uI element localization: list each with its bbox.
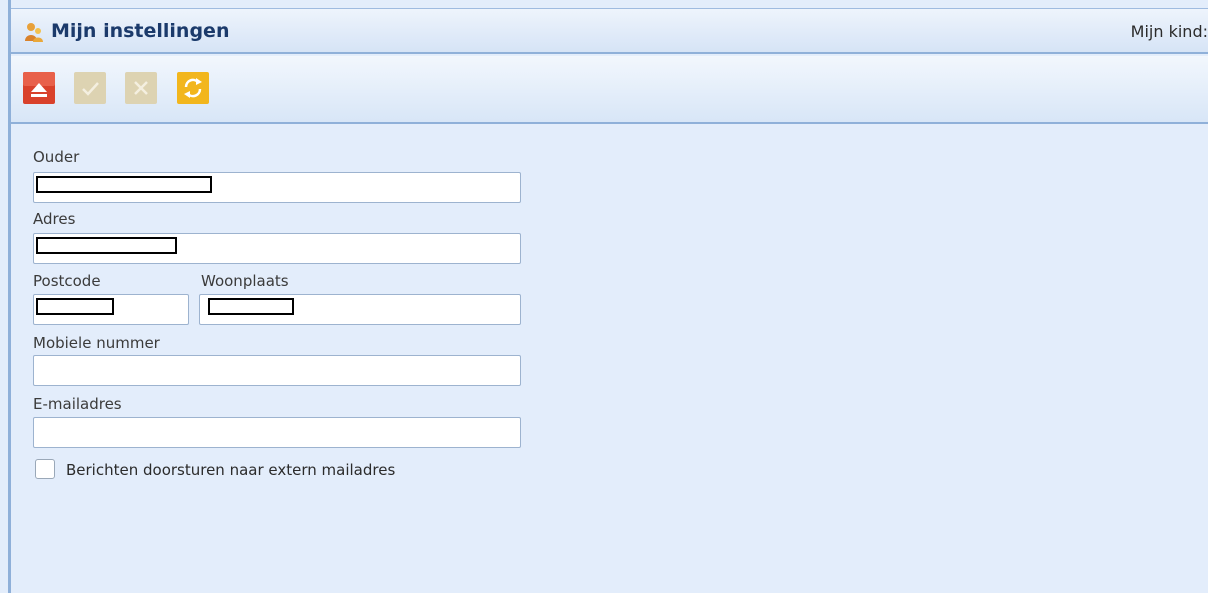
- mobiel-label: Mobiele nummer: [33, 334, 160, 352]
- title-bar: Mijn instellingen Mijn kind:: [11, 8, 1208, 54]
- settings-form: Ouder Adres Postcode Woonplaats Mobiele …: [11, 124, 1208, 593]
- email-label: E-mailadres: [33, 395, 122, 413]
- ouder-field[interactable]: [33, 172, 521, 203]
- redacted-value: [36, 176, 212, 193]
- page-title: Mijn instellingen: [51, 20, 230, 42]
- collapse-button[interactable]: [23, 72, 55, 104]
- email-field[interactable]: [33, 417, 521, 448]
- forward-mail-label: Berichten doorsturen naar extern mailadr…: [66, 461, 396, 479]
- settings-window: Mijn instellingen Mijn kind: Ouder Adres…: [0, 0, 1208, 593]
- refresh-icon: [177, 72, 209, 104]
- forward-mail-checkbox[interactable]: [35, 459, 55, 479]
- refresh-button[interactable]: [177, 72, 209, 104]
- postcode-field[interactable]: [33, 294, 189, 325]
- woonplaats-field[interactable]: [199, 294, 521, 325]
- toolbar: [11, 56, 1208, 124]
- woonplaats-label: Woonplaats: [201, 272, 289, 290]
- redacted-value: [208, 298, 294, 315]
- postcode-label: Postcode: [33, 272, 101, 290]
- parent-person-icon: [23, 21, 45, 43]
- child-selector-label: Mijn kind:: [1130, 22, 1208, 41]
- redacted-value: [36, 237, 177, 254]
- ouder-label: Ouder: [33, 148, 80, 166]
- save-button[interactable]: [74, 72, 106, 104]
- adres-label: Adres: [33, 210, 76, 228]
- redacted-value: [36, 298, 114, 315]
- adres-field[interactable]: [33, 233, 521, 264]
- collapse-up-icon: [23, 72, 55, 104]
- checkmark-icon: [74, 72, 106, 104]
- cancel-button[interactable]: [125, 72, 157, 104]
- close-x-icon: [125, 72, 157, 104]
- mobile-number-field[interactable]: [33, 355, 521, 386]
